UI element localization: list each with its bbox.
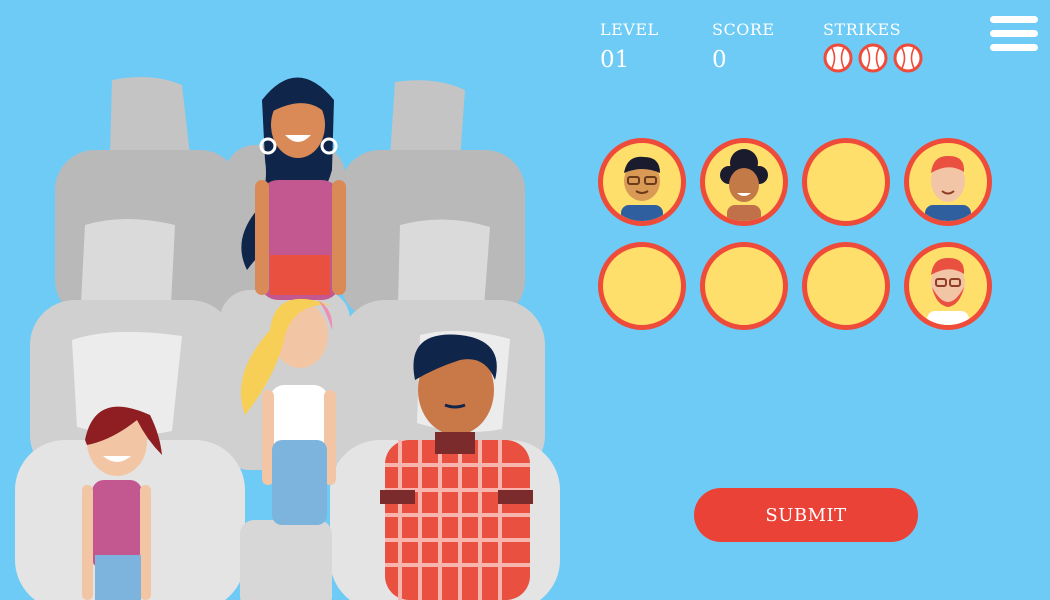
baseball-icon: [858, 43, 888, 73]
baseball-icon: [823, 43, 853, 73]
baseball-icon: [893, 43, 923, 73]
level-value: 01: [600, 47, 630, 73]
strike-balls: [823, 43, 923, 73]
answer-slot-3[interactable]: [802, 138, 890, 226]
answer-slot-4[interactable]: [904, 138, 992, 226]
answer-slot-1[interactable]: [598, 138, 686, 226]
passenger-woman-long-hair: [241, 77, 346, 300]
score-value: 0: [712, 47, 727, 73]
submit-button[interactable]: SUBMIT: [694, 488, 918, 542]
level-label: LEVEL: [600, 20, 659, 39]
red-bearded-man-avatar-icon: [927, 257, 969, 325]
answer-slot-5[interactable]: [598, 242, 686, 330]
answer-slot-7[interactable]: [802, 242, 890, 330]
score-label: SCORE: [712, 20, 775, 39]
car-scene: [15, 76, 560, 600]
level-display: LEVEL 01: [600, 20, 659, 73]
answer-slot-2[interactable]: [700, 138, 788, 226]
strikes-label: STRIKES: [823, 20, 902, 39]
answer-slot-8[interactable]: [904, 242, 992, 330]
woman-with-curly-hair-avatar-icon: [720, 149, 768, 221]
answer-grid: [598, 138, 1006, 338]
strikes-display: STRIKES: [823, 20, 923, 73]
score-display: SCORE 0: [712, 20, 775, 73]
man-with-glasses-avatar-icon: [621, 156, 663, 221]
hamburger-menu-icon[interactable]: [990, 16, 1038, 56]
red-haired-man-avatar-icon: [925, 155, 971, 221]
answer-slot-6[interactable]: [700, 242, 788, 330]
